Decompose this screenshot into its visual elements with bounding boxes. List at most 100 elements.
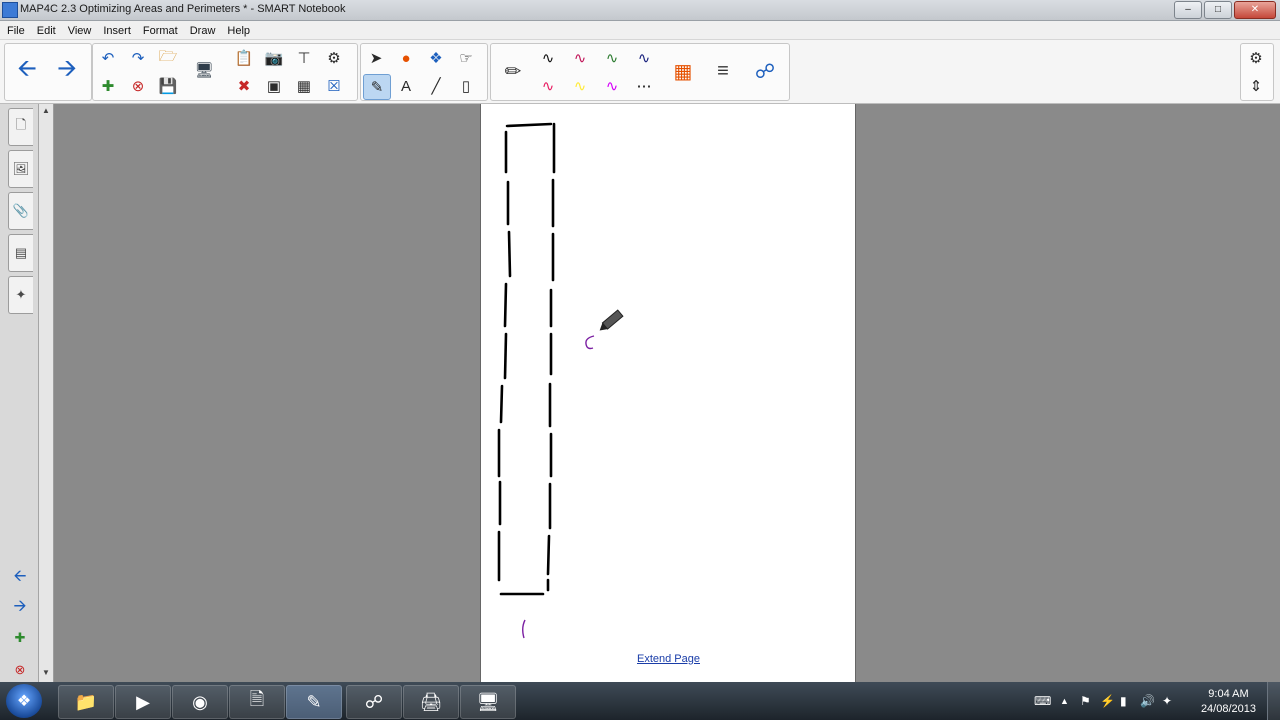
toolbar: 🡨 🡪 ↶ ↷ 🗁 ✚ ⊗ 💾 🖥 📋 📷 ⊤ ⚙ ✖ ▣ ▦ ☒ ➤ ● ❖ … — [0, 40, 1280, 104]
eraser-icon[interactable]: ▯ — [453, 74, 479, 98]
show-hidden-icons-icon[interactable]: ▲ — [1060, 696, 1069, 706]
ink-letter-c — [585, 335, 595, 350]
next-page-icon[interactable]: 🡪 — [8, 598, 32, 618]
shapes-icon[interactable]: ● — [393, 46, 419, 70]
pen-color-blue-icon[interactable]: ∿ — [631, 46, 657, 70]
notebook-page[interactable]: Extend Page — [480, 104, 856, 682]
attachments-tab[interactable]: 📎 — [8, 192, 33, 230]
volume-icon[interactable]: 🔊 — [1140, 694, 1155, 708]
redo-icon[interactable]: ↷ — [125, 46, 151, 70]
add-page-icon[interactable]: ✚ — [95, 74, 121, 98]
display-screen-icon[interactable]: 🖥 — [191, 58, 217, 82]
media-player-icon[interactable]: ▶ — [115, 685, 171, 719]
properties-icon[interactable]: ≡ — [705, 47, 741, 95]
magic-pen-icon[interactable]: ✏ — [495, 47, 531, 95]
pen-color-yellow-icon[interactable]: ∿ — [567, 74, 593, 98]
capture-icon[interactable]: 📷 — [261, 46, 287, 70]
window-title: MAP4C 2.3 Optimizing Areas and Perimeter… — [20, 3, 346, 15]
menu-help[interactable]: Help — [222, 23, 255, 39]
pen-color-red-icon[interactable]: ∿ — [567, 46, 593, 70]
scroll-up-icon[interactable]: ▲ — [39, 106, 53, 118]
bluetooth-icon[interactable]: ✦ — [1162, 694, 1172, 708]
close-button[interactable]: ✕ — [1234, 1, 1276, 19]
paperclip-icon: 📎 — [12, 203, 30, 218]
windows-logo-icon: ❖ — [16, 693, 32, 710]
pen-color-green-icon[interactable]: ∿ — [599, 46, 625, 70]
color-palette-icon[interactable]: ▦ — [665, 47, 701, 95]
pen-color-pink-icon[interactable]: ∿ — [535, 74, 561, 98]
window-controls: – □ ✕ — [1174, 1, 1276, 19]
full-screen-icon[interactable]: ☒ — [321, 74, 347, 98]
page-tools-group: ↶ ↷ 🗁 ✚ ⊗ 💾 🖥 📋 📷 ⊤ ⚙ ✖ ▣ ▦ ☒ — [92, 43, 358, 101]
text-icon[interactable]: A — [393, 74, 419, 98]
menu-insert[interactable]: Insert — [98, 23, 136, 39]
undo-icon[interactable]: ↶ — [95, 46, 121, 70]
chrome-icon[interactable]: ◉ — [172, 685, 228, 719]
pen-cursor-icon — [599, 309, 624, 331]
pointer-hand-icon[interactable]: ☞ — [453, 46, 479, 70]
clock-date: 24/08/2013 — [1200, 703, 1256, 715]
title-bar: MAP4C 2.3 Optimizing Areas and Perimeter… — [0, 0, 1280, 21]
gallery-tab[interactable]: 🖼 — [8, 150, 33, 188]
settings-gear-icon[interactable]: ⚙ — [1243, 46, 1269, 70]
navigation-group: 🡨 🡪 — [4, 43, 92, 101]
menu-draw[interactable]: Draw — [185, 23, 221, 39]
scroll-down-icon[interactable]: ▼ — [39, 668, 53, 680]
network-signal-icon[interactable]: ▮ — [1120, 694, 1127, 708]
line-icon[interactable]: ╱ — [423, 74, 449, 98]
paste-icon[interactable]: 📋 — [231, 46, 257, 70]
move-toolbar-icon[interactable]: ⇕ — [1243, 74, 1269, 98]
open-file-icon[interactable]: 🗁 — [155, 46, 181, 70]
save-icon[interactable]: 💾 — [155, 74, 181, 98]
delete-icon[interactable]: ✖ — [231, 74, 257, 98]
ink-letter-l — [522, 619, 526, 639]
properties-icon: ▤ — [14, 245, 28, 260]
extend-page-link[interactable]: Extend Page — [637, 653, 700, 665]
add-page-icon[interactable]: ✚ — [8, 628, 32, 648]
menu-edit[interactable]: Edit — [32, 23, 61, 39]
vertical-scrollbar[interactable]: ▲ ▼ — [39, 104, 54, 682]
ink-drawing — [497, 122, 624, 639]
printer-icon[interactable]: 🖨 — [403, 685, 459, 719]
keyboard-icon[interactable]: ⌨ — [1034, 694, 1051, 708]
text-format-icon[interactable]: ⊤ — [291, 46, 317, 70]
addons-tab[interactable]: ✦ — [8, 276, 33, 314]
minimize-button[interactable]: – — [1174, 1, 1202, 19]
page-sorter-icon: 🗋 — [15, 117, 27, 132]
table-icon[interactable]: ▦ — [291, 74, 317, 98]
menu-file[interactable]: File — [2, 23, 30, 39]
show-desktop-button[interactable] — [1267, 682, 1280, 720]
documents-icon[interactable]: 🗎 — [229, 685, 285, 719]
file-explorer-icon[interactable]: 📁 — [58, 685, 114, 719]
clock-time: 9:04 AM — [1208, 688, 1249, 700]
record-icon[interactable]: ⚙ — [321, 46, 347, 70]
power-icon[interactable]: ⚡ — [1100, 694, 1115, 708]
menu-view[interactable]: View — [63, 23, 97, 39]
toolbar-settings-group: ⚙ ⇕ — [1240, 43, 1274, 101]
action-center-flag-icon[interactable]: ⚑ — [1080, 694, 1091, 708]
menu-format[interactable]: Format — [138, 23, 183, 39]
pen-icon[interactable]: ✎ — [363, 74, 391, 100]
network-app-icon[interactable]: 🖥 — [460, 685, 516, 719]
link-icon[interactable]: ☍ — [747, 47, 783, 95]
clock[interactable]: 9:04 AM 24/08/2013 — [1201, 687, 1256, 717]
tall-rectangle-sketch — [497, 122, 556, 596]
previous-page-icon[interactable]: 🡨 — [8, 568, 32, 588]
start-button[interactable]: ❖ — [6, 684, 42, 718]
properties-tab[interactable]: ▤ — [8, 234, 33, 272]
delete-page-icon[interactable]: ⊗ — [125, 74, 151, 98]
delete-page-icon[interactable]: ⊗ — [8, 660, 32, 680]
screen-shade-icon[interactable]: ▣ — [261, 74, 287, 98]
pen-color-black-icon[interactable]: ∿ — [535, 46, 561, 70]
pen-color-dashed-icon[interactable]: ⋯ — [631, 74, 657, 98]
fill-icon[interactable]: ❖ — [423, 46, 449, 70]
recorder-icon[interactable]: ☍ — [346, 685, 402, 719]
page-sorter-tab[interactable]: 🗋 — [8, 108, 33, 146]
side-tab-bar: 🗋 🖼 📎 ▤ ✦ 🡨 🡪 ✚ ⊗ — [0, 104, 39, 682]
back-arrow-icon[interactable]: 🡨 — [9, 47, 45, 95]
forward-arrow-icon[interactable]: 🡪 — [49, 47, 85, 95]
select-icon[interactable]: ➤ — [363, 46, 389, 70]
smart-notebook-taskbar-icon[interactable]: ✎ — [286, 685, 342, 719]
pen-color-magenta-icon[interactable]: ∿ — [599, 74, 625, 98]
maximize-button[interactable]: □ — [1204, 1, 1232, 19]
